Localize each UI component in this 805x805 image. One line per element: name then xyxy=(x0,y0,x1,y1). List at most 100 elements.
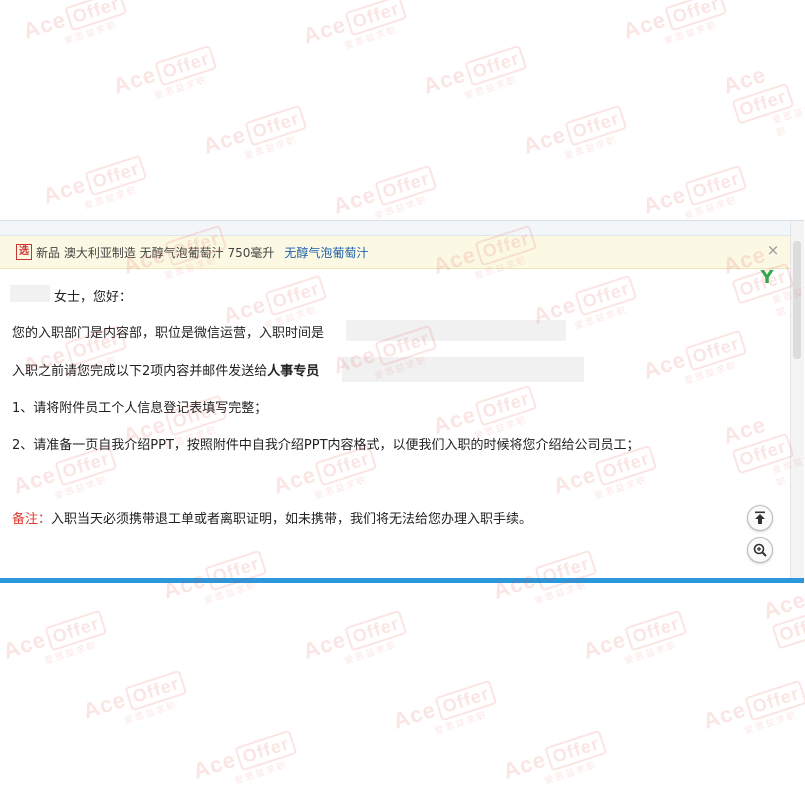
watermark-sub: 爱思益求职 xyxy=(43,639,99,666)
watermark-brand-box: Offer xyxy=(64,0,128,32)
scroll-to-top-button[interactable] xyxy=(747,505,773,531)
watermark-brand-text: Ace xyxy=(0,626,49,664)
watermark-brand-box: Offer xyxy=(731,82,795,125)
watermark: AceOffer爱思益求职 xyxy=(300,608,412,678)
watermark: AceOffer爱思益求职 xyxy=(20,0,132,58)
watermark-brand-text: Ace xyxy=(520,121,569,159)
watermark-brand-box: Offer xyxy=(434,679,498,722)
watermark-brand: AceOffer xyxy=(300,0,408,51)
watermark-brand: AceOffer xyxy=(20,0,128,46)
watermark-sub: 爱思益求职 xyxy=(563,134,619,161)
note-label: 备注： xyxy=(12,512,52,527)
watermark-brand: AceOffer xyxy=(760,581,805,650)
watermark: AceOffer爱思益求职 xyxy=(720,49,805,150)
watermark-brand: AceOffer xyxy=(200,103,308,161)
watermark-brand-box: Offer xyxy=(544,729,608,772)
watermark-brand-box: Offer xyxy=(374,164,438,207)
watermark: AceOffer爱思益求职 xyxy=(300,0,412,63)
watermark-brand: AceOffer xyxy=(580,608,688,666)
watermark-brand: AceOffer xyxy=(300,608,408,666)
watermark-brand-text: Ace xyxy=(40,171,89,209)
watermark-sub: 爱思益求职 xyxy=(343,639,399,666)
watermark-brand-box: Offer xyxy=(464,44,528,87)
watermark-sub: 爱思益求职 xyxy=(463,74,519,101)
email-reading-pane: 选 新品 澳大利亚制造 无醇气泡葡萄汁 750毫升 无醇气泡葡萄汁 × Y 女士… xyxy=(0,220,804,583)
watermark-sub: 爱思益求职 xyxy=(771,102,805,139)
watermark-brand-box: Offer xyxy=(124,669,188,712)
watermark-sub: 爱思益求职 xyxy=(343,24,399,51)
watermark-brand-box: Offer xyxy=(244,104,308,147)
watermark: AceOffer爱思益求职 xyxy=(520,103,632,173)
ad-tag-icon: 选 xyxy=(16,244,32,260)
watermark-brand: AceOffer xyxy=(0,608,108,666)
watermark-brand: AceOffer xyxy=(620,0,728,46)
toolbar-strip xyxy=(0,221,790,236)
watermark: AceOffer爱思益求职 xyxy=(110,43,222,113)
ad-text: 新品 澳大利亚制造 无醇气泡葡萄汁 750毫升 xyxy=(36,245,275,260)
watermark-brand: AceOffer xyxy=(330,163,438,221)
watermark-brand-box: Offer xyxy=(564,104,628,147)
vertical-scrollbar[interactable] xyxy=(790,221,804,583)
watermark-brand-text: Ace xyxy=(500,746,549,784)
watermark-brand-box: Offer xyxy=(234,729,298,772)
zoom-in-icon xyxy=(753,543,767,557)
watermark-brand: AceOffer xyxy=(190,728,298,786)
watermark: AceOffer爱思益求职 xyxy=(40,153,152,223)
watermark-brand: AceOffer xyxy=(500,728,608,786)
watermark-sub: 爱思益求职 xyxy=(543,759,599,786)
watermark: AceOffer爱思益求职 xyxy=(390,678,502,748)
watermark: AceOffer爱思益求职 xyxy=(760,581,805,687)
watermark-brand-text: Ace xyxy=(330,181,379,219)
watermark-brand: AceOffer xyxy=(420,43,528,101)
window-bottom-border xyxy=(0,578,804,583)
arrow-up-to-top-icon xyxy=(755,511,765,524)
watermark-brand: AceOffer xyxy=(110,43,218,101)
watermark-brand-box: Offer xyxy=(624,609,688,652)
watermark: AceOffer爱思益求职 xyxy=(200,103,312,173)
y-badge-icon[interactable]: Y xyxy=(756,267,778,289)
ad-banner[interactable]: 选 新品 澳大利亚制造 无醇气泡葡萄汁 750毫升 无醇气泡葡萄汁 × xyxy=(0,236,790,269)
watermark-brand: AceOffer xyxy=(40,153,148,211)
watermark-brand-box: Offer xyxy=(84,154,148,197)
watermark-brand-text: Ace xyxy=(20,6,69,44)
watermark: AceOffer爱思益求职 xyxy=(700,678,805,748)
watermark-sub: 爱思益求职 xyxy=(63,19,119,46)
redacted-date xyxy=(346,320,566,341)
email-line-department: 您的入职部门是内容部，职位是微信运营，入职时间是 xyxy=(12,326,325,341)
watermark-brand-text: Ace xyxy=(300,626,349,664)
watermark-brand: AceOffer xyxy=(520,103,628,161)
watermark-brand-box: Offer xyxy=(744,679,805,722)
watermark-brand: AceOffer xyxy=(80,668,188,726)
watermark-brand-text: Ace xyxy=(620,6,669,44)
watermark-sub: 爱思益求职 xyxy=(123,699,179,726)
email-note: 备注：入职当天必须携带退工单或者离职证明，如未携带，我们将无法给您办理入职手续。 xyxy=(12,508,532,527)
watermark-brand-text: Ace xyxy=(190,746,239,784)
redacted-email xyxy=(342,357,584,382)
watermark-brand-box: Offer xyxy=(344,0,408,37)
watermark-brand: AceOffer xyxy=(390,678,498,736)
watermark-sub: 爱思益求职 xyxy=(663,19,719,46)
instructions-text: 入职之前请您完成以下2项内容并邮件发送给 xyxy=(12,364,268,379)
zoom-button[interactable] xyxy=(747,537,773,563)
close-icon[interactable]: × xyxy=(766,243,780,258)
watermark-brand: AceOffer xyxy=(640,163,748,221)
watermark-brand-box: Offer xyxy=(684,164,748,207)
watermark-brand-box: Offer xyxy=(154,44,218,87)
email-item-2: 2、请准备一页自我介绍PPT，按照附件中自我介绍PPT内容格式，以便我们入职的时… xyxy=(12,438,640,453)
watermark-brand-text: Ace xyxy=(390,696,439,734)
watermark: AceOffer爱思益求职 xyxy=(420,43,532,113)
ad-link[interactable]: 无醇气泡葡萄汁 xyxy=(284,244,368,261)
email-item-1: 1、请将附件员工个人信息登记表填写完整； xyxy=(12,401,268,416)
watermark-brand-text: Ace xyxy=(640,181,689,219)
watermark-brand-box: Offer xyxy=(344,609,408,652)
watermark-brand: AceOffer xyxy=(720,49,805,126)
watermark-sub: 爱思益求职 xyxy=(373,194,429,221)
watermark-sub: 爱思益求职 xyxy=(623,639,679,666)
watermark-sub: 爱思益求职 xyxy=(743,709,799,736)
watermark-sub: 爱思益求职 xyxy=(83,184,139,211)
watermark: AceOffer爱思益求职 xyxy=(580,608,692,678)
watermark: AceOffer爱思益求职 xyxy=(0,608,112,678)
watermark-brand-box: Offer xyxy=(664,0,728,32)
watermark: AceOffer爱思益求职 xyxy=(80,668,192,738)
scrollbar-thumb[interactable] xyxy=(793,241,801,359)
